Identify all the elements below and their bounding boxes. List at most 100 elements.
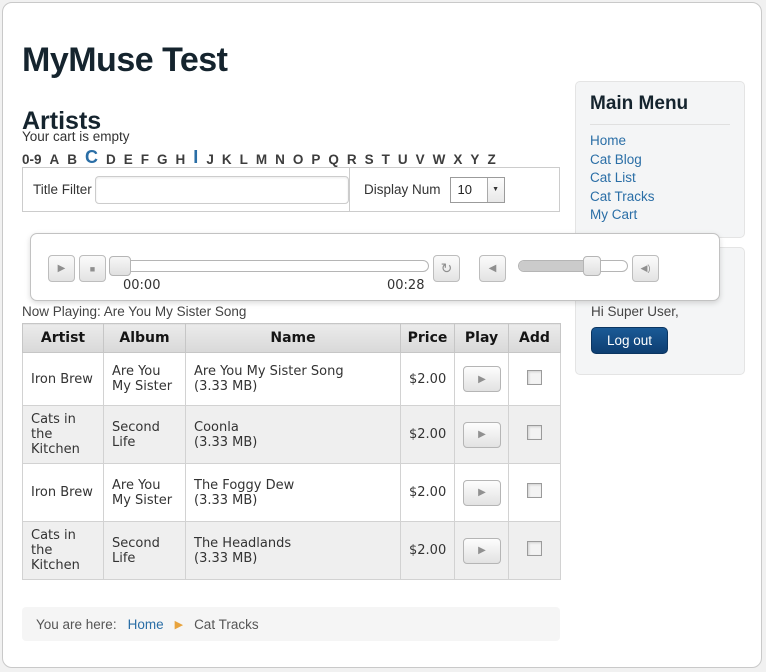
alpha-letter-c[interactable]: C xyxy=(85,148,98,166)
alpha-letter-y[interactable]: Y xyxy=(470,152,479,167)
seek-handle[interactable] xyxy=(109,256,131,276)
alpha-letter-o[interactable]: O xyxy=(293,152,304,167)
name-cell: The Foggy Dew (3.33 MB) xyxy=(185,463,401,522)
title-filter-input[interactable] xyxy=(94,175,349,204)
main-menu-module: Main Menu Home Cat Blog Cat List Cat Tracks… xyxy=(575,81,745,238)
alpha-letter-i[interactable]: I xyxy=(193,148,198,166)
breadcrumb-prefix: You are here: xyxy=(36,616,117,632)
alpha-letter-l[interactable]: L xyxy=(240,152,248,167)
alpha-letter-r[interactable]: R xyxy=(347,152,357,167)
sidebar-item-cat-tracks[interactable]: Cat Tracks xyxy=(590,188,730,207)
volume-handle[interactable] xyxy=(583,256,601,276)
alpha-letter-f[interactable]: F xyxy=(141,152,149,167)
play-cell: ▶ xyxy=(454,521,509,580)
play-cell: ▶ xyxy=(454,463,509,522)
add-checkbox[interactable] xyxy=(527,369,542,385)
time-total: 00:28 xyxy=(387,278,425,293)
column-header-add: Add xyxy=(508,323,561,353)
display-num-label: Display Num xyxy=(364,182,441,197)
album-cell: Second Life xyxy=(103,521,186,580)
alpha-letter-b[interactable]: B xyxy=(67,152,77,167)
now-playing-text: Now Playing: Are You My Sister Song xyxy=(22,304,247,319)
breadcrumb-current: Cat Tracks xyxy=(194,616,259,632)
display-num-select[interactable]: 10 ▼ xyxy=(449,176,505,203)
track-size: (3.33 MB) xyxy=(194,492,258,508)
breadcrumb: You are here: Home ▶ Cat Tracks xyxy=(22,607,560,641)
play-icon: ▶ xyxy=(57,263,66,274)
mute-icon: ◀ xyxy=(488,263,497,274)
title-filter-label: Title Filter xyxy=(33,182,92,197)
add-cell xyxy=(508,405,561,464)
alpha-letter-p[interactable]: P xyxy=(311,152,320,167)
play-icon: ▶ xyxy=(478,373,486,385)
play-icon: ▶ xyxy=(478,429,486,440)
filter-bar: Title Filter Display Num 10 ▼ xyxy=(22,167,560,212)
row-play-button[interactable]: ▶ xyxy=(463,421,501,448)
add-cell xyxy=(508,521,561,580)
play-icon: ▶ xyxy=(478,545,486,556)
artist-cell: Iron Brew xyxy=(22,352,104,406)
alpha-letter-w[interactable]: W xyxy=(433,152,446,167)
alpha-letter-m[interactable]: M xyxy=(256,152,267,167)
table-row: Cats in the Kitchen Second Life The Headla… xyxy=(22,521,561,580)
chevron-down-icon: ▼ xyxy=(486,177,504,202)
volume-slider[interactable] xyxy=(518,256,628,276)
name-cell: The Headlands (3.33 MB) xyxy=(185,521,401,580)
add-checkbox[interactable] xyxy=(527,483,542,498)
table-header-row: Artist Album Name Price Play Add xyxy=(22,323,561,353)
player-mute-button[interactable]: ◀ xyxy=(479,255,506,282)
tracks-table: Artist Album Name Price Play Add Iron Brew Are… xyxy=(22,323,561,580)
alpha-letter-j[interactable]: J xyxy=(206,152,214,167)
row-play-button[interactable]: ▶ xyxy=(463,537,501,564)
player-volume-button[interactable]: ◀) xyxy=(632,255,659,282)
stop-icon: ■ xyxy=(89,263,96,274)
seek-slider[interactable] xyxy=(109,256,429,276)
alpha-letter-0-9[interactable]: 0-9 xyxy=(22,152,42,167)
alpha-letter-d[interactable]: D xyxy=(106,152,116,167)
display-num-group: Display Num 10 ▼ xyxy=(349,168,559,211)
album-cell: Are You My Sister xyxy=(103,463,186,522)
alpha-letter-h[interactable]: H xyxy=(176,152,186,167)
sidebar-item-my-cart[interactable]: My Cart xyxy=(590,206,730,225)
alpha-letter-u[interactable]: U xyxy=(398,152,408,167)
alpha-letter-g[interactable]: G xyxy=(157,152,168,167)
breadcrumb-home-link[interactable]: Home xyxy=(128,617,164,632)
alpha-letter-t[interactable]: T xyxy=(382,152,390,167)
table-body: Iron Brew Are You My Sister Are You My Sis… xyxy=(22,352,561,580)
row-play-button[interactable]: ▶ xyxy=(463,366,501,392)
price-cell: $2.00 xyxy=(400,463,455,522)
alpha-letter-x[interactable]: X xyxy=(453,152,462,167)
track-name: Are You My Sister Song xyxy=(194,364,344,379)
add-checkbox[interactable] xyxy=(527,541,542,556)
column-header-artist: Artist xyxy=(22,323,104,353)
player-loop-button[interactable]: ↻ xyxy=(433,255,460,282)
sidebar-item-cat-blog[interactable]: Cat Blog xyxy=(590,151,730,170)
alpha-letter-k[interactable]: K xyxy=(222,152,232,167)
price-cell: $2.00 xyxy=(400,352,455,406)
sidebar-item-home[interactable]: Home xyxy=(590,132,730,151)
alpha-letter-z[interactable]: Z xyxy=(487,152,495,167)
alpha-letter-q[interactable]: Q xyxy=(328,152,339,167)
track-name: The Foggy Dew xyxy=(194,477,295,493)
alphabet-filter: 0-9 A B C D E F G H I J K L M N O P Q R S T U V W X Y Z xyxy=(22,142,542,166)
user-greeting: Hi Super User, xyxy=(591,304,679,319)
table-row: Iron Brew Are You My Sister Are You My Sis… xyxy=(22,352,561,406)
table-row: Iron Brew Are You My Sister The Foggy Dew(… xyxy=(22,463,561,522)
alpha-letter-e[interactable]: E xyxy=(124,152,133,167)
alpha-letter-s[interactable]: S xyxy=(365,152,374,167)
display-num-value: 10 xyxy=(457,182,472,197)
audio-player: ▶ ■ 00:00 00:28 ↻ ◀ ◀) xyxy=(30,233,720,301)
column-header-album: Album xyxy=(103,323,186,353)
row-play-button[interactable]: ▶ xyxy=(463,479,501,506)
logout-button[interactable]: Log out xyxy=(591,327,669,354)
table-row: Cats in the Kitchen Second Life Coonla (3.3… xyxy=(22,405,561,464)
add-checkbox[interactable] xyxy=(527,425,542,440)
alpha-letter-v[interactable]: V xyxy=(416,152,425,167)
artist-cell: Iron Brew xyxy=(22,463,104,522)
alpha-letter-n[interactable]: N xyxy=(275,152,285,167)
add-cell xyxy=(508,352,561,406)
player-play-button[interactable]: ▶ xyxy=(48,255,75,282)
sidebar-item-cat-list[interactable]: Cat List xyxy=(590,169,730,188)
player-stop-button[interactable]: ■ xyxy=(79,255,106,282)
alpha-letter-a[interactable]: A xyxy=(50,152,60,167)
